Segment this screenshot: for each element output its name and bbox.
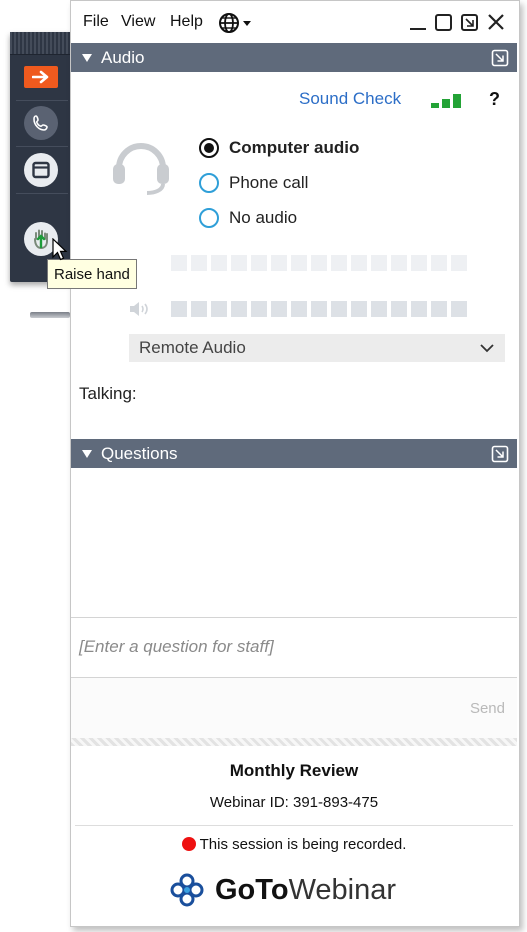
speaker-icon bbox=[130, 302, 148, 316]
menu-bar: File View Help bbox=[71, 1, 519, 43]
radio-phone-call[interactable] bbox=[199, 173, 219, 193]
speaker-level-meter bbox=[171, 301, 467, 317]
minimize-icon bbox=[410, 28, 426, 30]
recording-text: This session is being recorded. bbox=[199, 836, 407, 853]
maximize-button[interactable] bbox=[433, 11, 455, 38]
sound-check-link[interactable]: Sound Check bbox=[299, 89, 401, 109]
toolbar-shadow bbox=[30, 312, 70, 318]
radio-computer-audio[interactable] bbox=[199, 138, 219, 158]
recording-notice: This session is being recorded. bbox=[71, 836, 517, 853]
signal-bars-icon bbox=[431, 94, 461, 108]
meeting-title: Monthly Review bbox=[229, 761, 359, 780]
audio-popout-icon[interactable] bbox=[491, 49, 509, 67]
collapse-triangle-icon bbox=[82, 449, 92, 458]
brand-goto: GoTo bbox=[215, 873, 289, 906]
menu-help[interactable]: Help bbox=[170, 13, 203, 31]
close-icon bbox=[488, 14, 504, 30]
audio-option-label: Computer audio bbox=[229, 138, 360, 157]
session-footer: Monthly Review Webinar ID: 391-893-475 T… bbox=[71, 746, 517, 926]
talking-label: Talking: bbox=[79, 384, 137, 403]
webinar-id: Webinar ID: 391-893-475 bbox=[209, 794, 379, 811]
window-toolbar-button[interactable] bbox=[10, 149, 72, 191]
raise-hand-tooltip: Raise hand bbox=[47, 259, 137, 289]
questions-panel-title: Questions bbox=[101, 443, 178, 463]
audio-option-computer[interactable]: Computer audio bbox=[199, 136, 359, 160]
mouse-cursor-icon bbox=[52, 238, 68, 261]
toolbar-grip[interactable] bbox=[10, 32, 72, 55]
send-button[interactable]: Send bbox=[470, 700, 505, 717]
phone-icon bbox=[24, 106, 58, 140]
radio-no-audio[interactable] bbox=[199, 208, 219, 228]
close-button[interactable] bbox=[485, 11, 507, 38]
audio-option-label: No audio bbox=[229, 208, 298, 227]
question-placeholder: [Enter a question for staff] bbox=[79, 637, 274, 656]
popout-icon bbox=[461, 14, 478, 31]
control-panel-window: File View Help Audio Sound Check ? Compu… bbox=[70, 0, 520, 927]
audio-option-label: Phone call bbox=[229, 173, 309, 192]
collapse-triangle-icon bbox=[82, 53, 92, 62]
audio-device-value: Remote Audio bbox=[139, 338, 246, 357]
menu-file[interactable]: File bbox=[83, 13, 109, 31]
mic-level-meter bbox=[171, 255, 467, 271]
audio-panel-header[interactable]: Audio bbox=[71, 43, 517, 72]
globe-icon bbox=[219, 13, 251, 33]
audio-toolbar-button[interactable] bbox=[10, 102, 72, 144]
audio-option-phone[interactable]: Phone call bbox=[199, 171, 308, 195]
brand-webinar: Webinar bbox=[288, 873, 397, 906]
popout-button[interactable] bbox=[459, 11, 481, 38]
headset-icon bbox=[113, 143, 169, 195]
audio-option-none[interactable]: No audio bbox=[199, 206, 297, 230]
chevron-down-icon bbox=[480, 344, 494, 353]
record-dot-icon bbox=[181, 837, 196, 851]
audio-panel-title: Audio bbox=[101, 47, 145, 67]
questions-panel-header[interactable]: Questions bbox=[71, 439, 517, 468]
resize-grip[interactable] bbox=[71, 738, 517, 746]
audio-device-select[interactable]: Remote Audio bbox=[129, 334, 505, 362]
questions-popout-icon[interactable] bbox=[491, 445, 509, 463]
question-input[interactable]: [Enter a question for staff] bbox=[71, 618, 517, 676]
maximize-icon bbox=[435, 14, 452, 31]
brand-logo: GoTo Webinar bbox=[167, 870, 396, 910]
questions-log bbox=[71, 468, 517, 616]
language-menu[interactable] bbox=[217, 11, 255, 40]
send-area: Send bbox=[71, 678, 517, 738]
collapse-toolbar-button[interactable] bbox=[10, 56, 72, 98]
audio-help-button[interactable]: ? bbox=[489, 89, 500, 110]
arrow-right-icon bbox=[24, 66, 58, 88]
goto-logo-icon bbox=[170, 873, 204, 907]
minimize-button[interactable] bbox=[407, 11, 429, 38]
menu-view[interactable]: View bbox=[121, 13, 155, 31]
window-icon bbox=[24, 153, 58, 187]
